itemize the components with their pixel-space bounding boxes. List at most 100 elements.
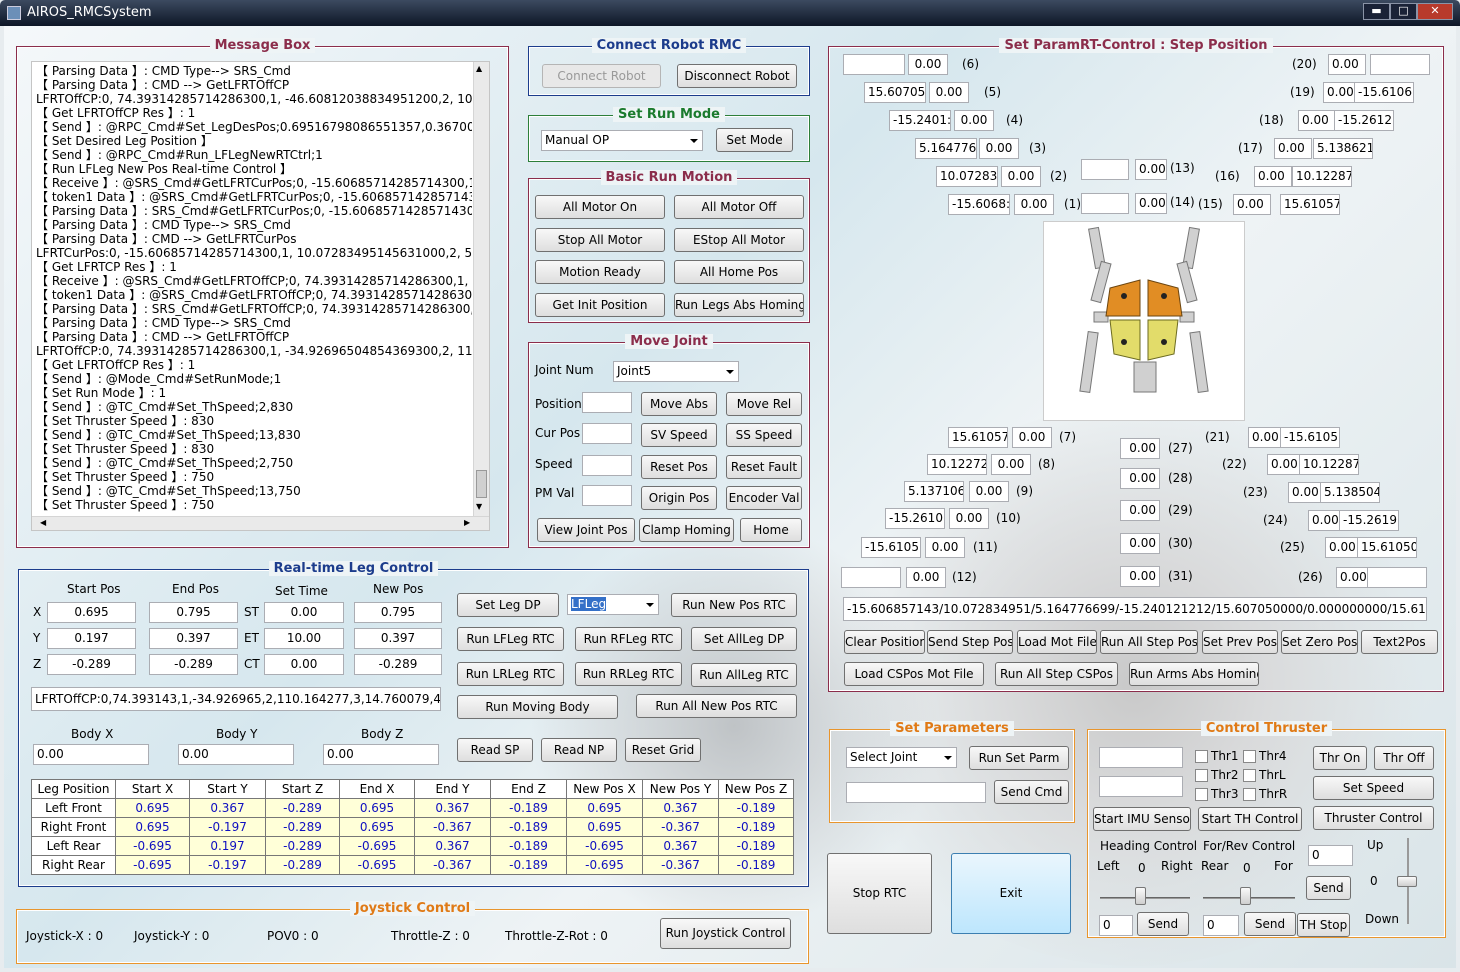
step-joint-offset-input[interactable]: 0.00 (906, 567, 946, 588)
send-cmd-button[interactable]: Send Cmd (994, 780, 1069, 804)
thrr-checkbox[interactable] (1243, 788, 1256, 801)
table-cell[interactable]: -0.189 (490, 817, 567, 837)
minimize-button[interactable]: ▬ (1363, 3, 1390, 20)
thr3-checkbox[interactable] (1195, 788, 1208, 801)
table-cell[interactable]: 0.695 (339, 817, 415, 837)
step-joint-value-input[interactable]: 5.164776 (915, 138, 977, 159)
step-joint-offset-input[interactable]: 0.00 (1298, 110, 1336, 131)
run-all-step-cspos-button[interactable]: Run All Step CSPos (995, 662, 1118, 686)
leg-position-cell[interactable]: Right Rear (31, 855, 116, 875)
table-cell[interactable]: 0.367 (414, 836, 491, 856)
run-all-new-pos-rtc-button[interactable]: Run All New Pos RTC (636, 694, 797, 718)
start-imu-sensor-button[interactable]: Start IMU Sensor (1093, 807, 1191, 831)
step-joint-value-input[interactable] (1081, 159, 1129, 180)
step-joint-value-input[interactable]: -15.6068: (948, 194, 1010, 215)
table-cell[interactable]: -0.289 (265, 836, 340, 856)
step-joint-offset-input[interactable]: 0.00 (1001, 166, 1041, 187)
table-column-header[interactable]: End Z (490, 779, 567, 799)
step-joint-value-input[interactable]: -15.2401: (889, 110, 951, 131)
read-sp-button[interactable]: Read SP (457, 738, 533, 762)
step-joint-offset-input[interactable]: 0.00 (1120, 533, 1160, 554)
step-joint-offset-input[interactable]: 0.00 (1120, 500, 1160, 521)
table-column-header[interactable]: Start X (115, 779, 190, 799)
step-joint-value-input[interactable]: 10.12287 (1292, 166, 1352, 187)
end-pos-input[interactable]: -0.289 (149, 654, 238, 675)
step-position-long-value[interactable]: -15.606857143/10.072834951/5.164776699/-… (843, 597, 1427, 621)
updown-slider-thumb[interactable] (1397, 876, 1417, 887)
leg-position-cell[interactable]: Left Rear (31, 836, 116, 856)
table-cell[interactable]: -0.367 (414, 817, 491, 837)
table-cell[interactable]: 0.695 (566, 817, 643, 837)
step-joint-offset-input[interactable]: 0.00 (1233, 194, 1271, 215)
step-joint-value-input[interactable]: -15.6105: (861, 537, 921, 558)
forrev-send-button[interactable]: Send (1244, 912, 1296, 936)
table-cell[interactable]: -0.367 (414, 855, 491, 875)
leg-select[interactable]: LFLeg (567, 594, 659, 615)
thruster-input-2[interactable] (1099, 776, 1183, 797)
table-row[interactable]: Right Front 0.695 -0.197 -0.289 0.695 -0.367-… (31, 817, 794, 837)
step-joint-offset-input[interactable]: 0.00 (949, 508, 989, 529)
table-cell[interactable]: 0.367 (414, 798, 491, 818)
table-column-header[interactable]: New Pos Z (718, 779, 794, 799)
th-stop-button[interactable]: TH Stop (1297, 913, 1350, 937)
run-joystick-control-button[interactable]: Run Joystick Control (660, 918, 791, 949)
leg-position-cell[interactable]: Right Front (31, 817, 116, 837)
step-joint-value-input[interactable] (1370, 54, 1430, 75)
table-row[interactable]: Left Rear -0.695 0.197 -0.289 -0.695 0.367 -0.… (31, 836, 794, 856)
new-pos-input[interactable]: 0.397 (354, 628, 442, 649)
text2pos-button[interactable]: Text2Pos (1361, 630, 1438, 654)
table-cell[interactable]: -0.189 (718, 836, 794, 856)
step-joint-value-input[interactable]: 5.138504 (1320, 482, 1380, 503)
step-joint-value-input[interactable]: 5.138621 (1313, 138, 1373, 159)
step-joint-value-input[interactable]: 15.61057 (948, 427, 1008, 448)
start-pos-input[interactable]: -0.289 (47, 654, 136, 675)
step-joint-value-input[interactable] (1367, 567, 1427, 588)
set-time-input[interactable]: 0.00 (264, 654, 344, 675)
step-joint-value-input[interactable]: -15.6105: (1280, 427, 1340, 448)
step-joint-offset-input[interactable]: 0.00 (1012, 427, 1052, 448)
table-cell[interactable]: -0.189 (718, 855, 794, 875)
load-cspos-mot-file-button[interactable]: Load CSPos Mot File (844, 662, 984, 686)
table-cell[interactable]: 0.695 (115, 798, 190, 818)
table-cell[interactable]: -0.695 (115, 836, 190, 856)
maximize-button[interactable]: □ (1390, 3, 1417, 20)
step-joint-offset-input[interactable]: 0.00 (991, 454, 1031, 475)
step-joint-value-input[interactable]: 10.07283 (936, 166, 998, 187)
thrl-checkbox[interactable] (1243, 769, 1256, 782)
thruster-control-button[interactable]: Thruster Control (1313, 806, 1434, 830)
table-cell[interactable]: -0.197 (189, 855, 266, 875)
step-joint-value-input[interactable]: -15.6106: (1354, 82, 1414, 103)
table-cell[interactable]: 0.367 (189, 798, 266, 818)
table-cell[interactable]: 0.695 (566, 798, 643, 818)
select-joint-select[interactable]: Select Joint (846, 747, 957, 768)
start-pos-input[interactable]: 0.197 (47, 628, 136, 649)
run-arms-abs-homing-button[interactable]: Run Arms Abs Homing (1129, 662, 1259, 686)
command-input[interactable] (846, 782, 986, 803)
table-cell[interactable]: 0.367 (642, 798, 719, 818)
table-cell[interactable]: -0.695 (566, 855, 643, 875)
table-cell[interactable]: -0.367 (642, 817, 719, 837)
table-cell[interactable]: 0.367 (642, 836, 719, 856)
step-joint-value-input[interactable]: 15.61050 (1357, 537, 1417, 558)
table-cell[interactable]: -0.289 (265, 817, 340, 837)
read-np-button[interactable]: Read NP (541, 738, 617, 762)
table-row[interactable]: Left Front 0.695 0.367 -0.289 0.695 0.367 -0.1… (31, 798, 794, 818)
run-lrleg-rtc-button[interactable]: Run LRLeg RTC (457, 662, 564, 686)
step-joint-offset-input[interactable]: 0.00 (1274, 138, 1312, 159)
step-joint-value-input[interactable]: 5.137106 (904, 481, 964, 502)
step-joint-value-input[interactable] (1081, 193, 1129, 214)
step-joint-offset-input[interactable]: 0.00 (1328, 54, 1366, 75)
step-joint-value-input[interactable]: -15.2610: (885, 508, 945, 529)
table-cell[interactable]: -0.197 (189, 817, 266, 837)
table-row[interactable]: Right Rear -0.695 -0.197 -0.289 -0.695 -0.367… (31, 855, 794, 875)
end-pos-input[interactable]: 0.397 (149, 628, 238, 649)
start-th-control-button[interactable]: Start TH Control (1198, 807, 1302, 831)
thr2-checkbox[interactable] (1195, 769, 1208, 782)
table-cell[interactable]: -0.289 (265, 855, 340, 875)
table-cell[interactable]: -0.695 (339, 855, 415, 875)
end-pos-input[interactable]: 0.795 (149, 602, 238, 623)
step-joint-offset-input[interactable]: 0.00 (925, 537, 965, 558)
thr-on-button[interactable]: Thr On (1313, 746, 1367, 770)
step-joint-offset-input[interactable]: 0.00 (1120, 566, 1160, 587)
send-step-pos-button[interactable]: Send Step Pos (927, 630, 1013, 654)
